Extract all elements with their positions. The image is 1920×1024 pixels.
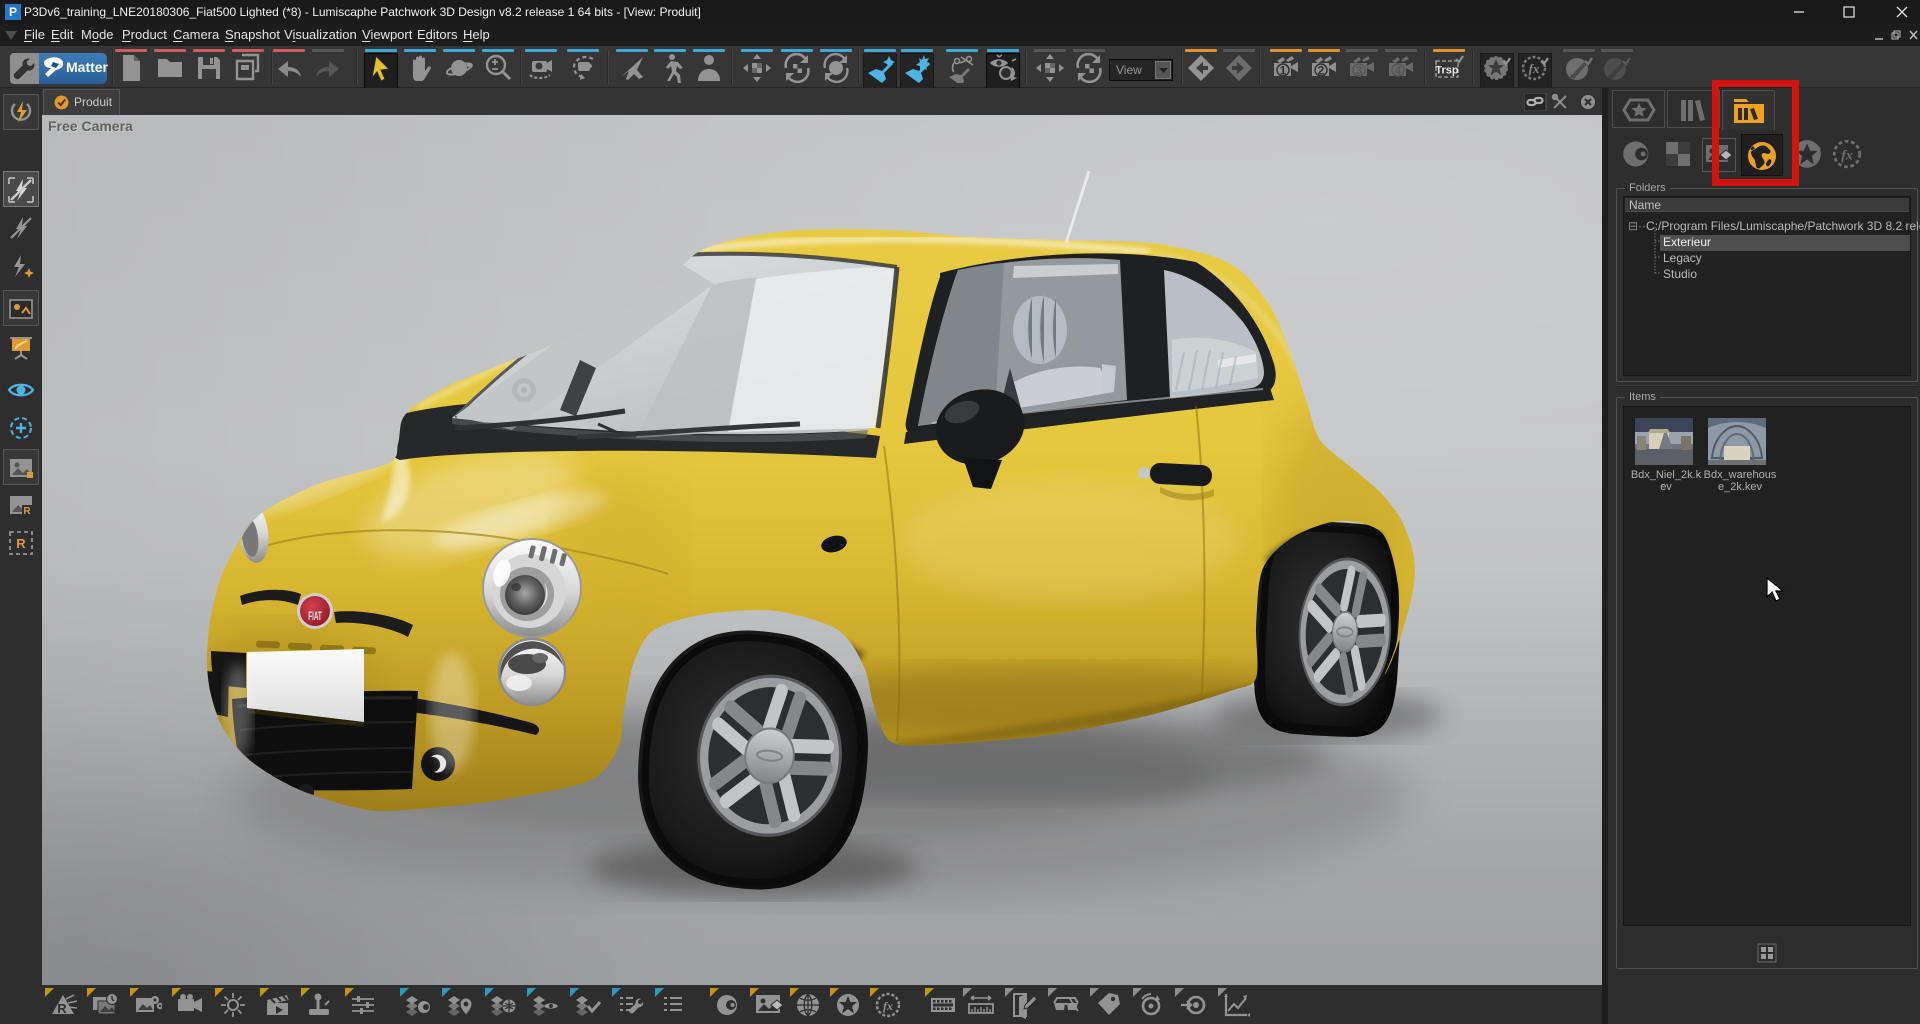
svg-text:2: 2 bbox=[1318, 63, 1325, 77]
svg-text:3: 3 bbox=[1356, 63, 1363, 77]
svg-text:Trsp: Trsp bbox=[1435, 64, 1459, 76]
svg-text:fx: fx bbox=[883, 999, 893, 1013]
svg-text:R: R bbox=[57, 1001, 67, 1016]
svg-text:1: 1 bbox=[1280, 63, 1287, 77]
svg-text:fx: fx bbox=[1841, 147, 1853, 162]
svg-text:FIAT: FIAT bbox=[308, 609, 322, 623]
svg-text:fx: fx bbox=[1529, 61, 1540, 76]
svg-text:4: 4 bbox=[1395, 63, 1402, 77]
svg-text:R: R bbox=[16, 536, 26, 551]
svg-text:R: R bbox=[23, 506, 31, 517]
